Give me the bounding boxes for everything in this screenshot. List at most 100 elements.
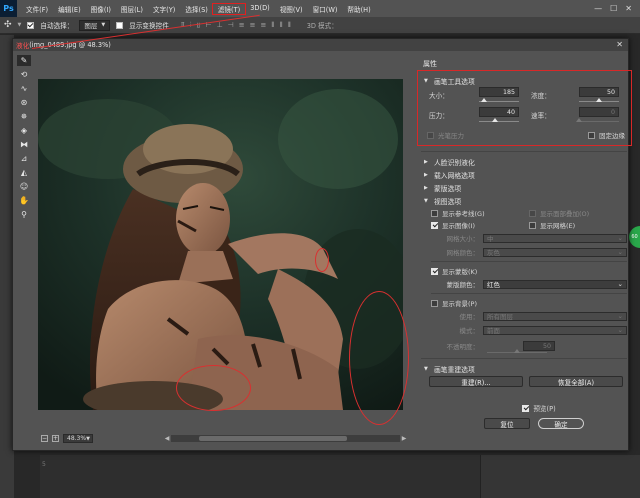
rate-slider[interactable] (576, 118, 619, 122)
density-input[interactable]: 50 (579, 87, 619, 97)
hand-tool-icon[interactable]: ✋ (17, 195, 31, 206)
show-guides-option[interactable]: 显示参考线(G) (431, 207, 529, 219)
freeze-mask-tool-icon[interactable]: ⊿ (17, 153, 31, 164)
preview-checkbox[interactable] (522, 404, 530, 412)
zoom-tool-icon[interactable]: ⚲ (17, 209, 31, 220)
distribute-bottom-icon[interactable]: ≡ (261, 21, 267, 30)
scroll-thumb[interactable] (199, 435, 347, 441)
mask-color-dropdown[interactable]: 红色 ⌄ (483, 279, 627, 289)
face-tool-icon[interactable]: ☺ (17, 181, 31, 192)
reconstruct-button[interactable]: 重建(R)... (429, 376, 523, 387)
zoom-in-icon[interactable]: + (52, 435, 59, 442)
show-backdrop-option[interactable]: 显示背景(P) (431, 297, 627, 309)
show-image-option[interactable]: 显示图像(I) (431, 219, 529, 231)
liquify-dialog: 液化 (img_0489.jpg @ 48.3%) ✕ ✎ ⟲ ∿ ⊛ ✵ ◈ … (12, 38, 632, 451)
reconstruct-options-header[interactable]: ▼ 画笔重建选项 (421, 362, 627, 375)
stylus-pressure-checkbox[interactable] (427, 131, 434, 139)
pressure-slider[interactable] (479, 118, 519, 122)
menu-item[interactable]: 帮助(H) (342, 4, 375, 14)
pressure-input[interactable]: 40 (479, 107, 519, 117)
backdrop-use-dropdown[interactable]: 所有图层 ⌄ (483, 311, 627, 321)
pucker-tool-icon[interactable]: ✵ (17, 111, 31, 122)
menu-item[interactable]: 3D(D) (245, 4, 275, 14)
show-face-overlay-option[interactable]: 显示面部叠加(O) (529, 207, 627, 219)
auto-select-checkbox[interactable] (27, 21, 35, 29)
reconstruct-buttons: 重建(R)... 恢复全部(A) (421, 376, 627, 387)
preview-option[interactable]: 预览(P) (451, 402, 627, 414)
rate-input[interactable]: 0 (579, 107, 619, 117)
size-input[interactable]: 185 (479, 87, 519, 97)
smooth-tool-icon[interactable]: ∿ (17, 83, 31, 94)
distribute-middle-icon[interactable]: ≡ (250, 21, 256, 30)
face-aware-header[interactable]: ▶ 人脸识别液化 (421, 155, 627, 168)
size-slider[interactable] (479, 98, 519, 102)
density-slider-knob[interactable] (596, 98, 602, 102)
backdrop-opacity-slider-knob[interactable] (514, 349, 520, 353)
dialog-titlebar[interactable]: 液化 (img_0489.jpg @ 48.3%) ✕ (13, 39, 628, 51)
twirl-tool-icon[interactable]: ⊛ (17, 97, 31, 108)
horizontal-scrollbar[interactable]: ◀ ▶ (163, 434, 408, 442)
distribute-top-icon[interactable]: ≡ (239, 21, 245, 30)
thaw-mask-tool-icon[interactable]: ◭ (17, 167, 31, 178)
backdrop-opacity-slider[interactable] (487, 349, 547, 353)
scroll-right-icon[interactable]: ▶ (400, 435, 408, 442)
pressure-slider-knob[interactable] (492, 118, 498, 122)
density-slider[interactable] (579, 98, 619, 102)
maximize-icon[interactable]: ☐ (610, 4, 617, 13)
close-icon[interactable]: ✕ (625, 4, 632, 13)
mesh-color-dropdown[interactable]: 灰色 ⌄ (483, 247, 627, 257)
show-mesh-option[interactable]: 显示网格(E) (529, 219, 627, 231)
rate-slider-knob[interactable] (576, 118, 582, 122)
minimize-icon[interactable]: — (594, 4, 602, 13)
auto-select-target-dropdown[interactable]: 图层 ▼ (79, 19, 111, 31)
menu-item[interactable]: 窗口(W) (308, 4, 343, 14)
mask-options-header[interactable]: ▶ 蒙版选项 (421, 181, 627, 194)
align-right-icon[interactable]: ⊣ (228, 21, 234, 30)
mesh-size-dropdown[interactable]: 中 ⌄ (483, 233, 627, 243)
scroll-track[interactable] (171, 434, 400, 442)
load-mesh-header[interactable]: ▶ 载入网格选项 (421, 168, 627, 181)
move-tool-icon[interactable]: ✣ (4, 20, 12, 30)
menu-item[interactable]: 滤镜(T) (211, 2, 247, 15)
zoom-out-icon[interactable]: − (41, 435, 48, 442)
show-mask-checkbox[interactable] (431, 267, 438, 275)
show-face-overlay-checkbox[interactable] (529, 209, 536, 217)
push-left-tool-icon[interactable]: ⧓ (17, 139, 31, 150)
ok-button[interactable]: 确定 (538, 418, 584, 429)
menu-item[interactable]: 选择(S) (180, 4, 213, 14)
align-bottom-icon[interactable]: ⫫ (197, 21, 201, 30)
menu-item[interactable]: 图层(L) (116, 4, 148, 14)
backdrop-mode-dropdown[interactable]: 前面 ⌄ (483, 325, 627, 335)
backdrop-opacity-input[interactable]: 50 (523, 341, 555, 351)
menu-item[interactable]: 文字(Y) (148, 4, 180, 14)
view-options-header[interactable]: ▼ 视图选项 (421, 194, 627, 207)
dialog-close-icon[interactable]: ✕ (616, 40, 623, 49)
size-slider-knob[interactable] (480, 98, 487, 102)
dialog-footer: 预览(P) 复位 确定 (421, 402, 627, 429)
show-guides-checkbox[interactable] (431, 209, 438, 217)
distribute-center-icon[interactable]: ⦀ (280, 21, 283, 30)
menu-item[interactable]: 文件(F) (21, 4, 53, 14)
bloat-tool-icon[interactable]: ◈ (17, 125, 31, 136)
show-transform-checkbox[interactable] (116, 21, 124, 29)
show-mesh-checkbox[interactable] (529, 221, 536, 229)
reset-button[interactable]: 复位 (484, 418, 530, 429)
forward-warp-tool-icon[interactable]: ✎ (17, 55, 31, 66)
side-badge[interactable]: 60 (629, 226, 640, 248)
mesh-size-row: 网格大小： 中 ⌄ (431, 232, 627, 244)
restore-all-button[interactable]: 恢复全部(A) (529, 376, 623, 387)
distribute-left-icon[interactable]: ⦀ (271, 21, 274, 30)
pin-edges-checkbox[interactable] (588, 131, 595, 139)
show-mask-option[interactable]: 显示蒙版(K) (431, 265, 627, 277)
zoom-level-dropdown[interactable]: 48.3% ▼ (63, 434, 93, 443)
menu-item[interactable]: 图像(I) (86, 4, 116, 14)
dropdown-arrow-icon[interactable]: ▼ (18, 22, 22, 28)
menu-item[interactable]: 视图(V) (275, 4, 308, 14)
scroll-left-icon[interactable]: ◀ (163, 435, 171, 442)
reconstruct-tool-icon[interactable]: ⟲ (17, 69, 31, 80)
show-image-checkbox[interactable] (431, 221, 438, 229)
show-backdrop-checkbox[interactable] (431, 299, 438, 307)
menu-item[interactable]: 编辑(E) (53, 4, 86, 14)
chevron-down-icon: ⌄ (617, 280, 623, 288)
distribute-right-icon[interactable]: ⦀ (288, 21, 291, 30)
